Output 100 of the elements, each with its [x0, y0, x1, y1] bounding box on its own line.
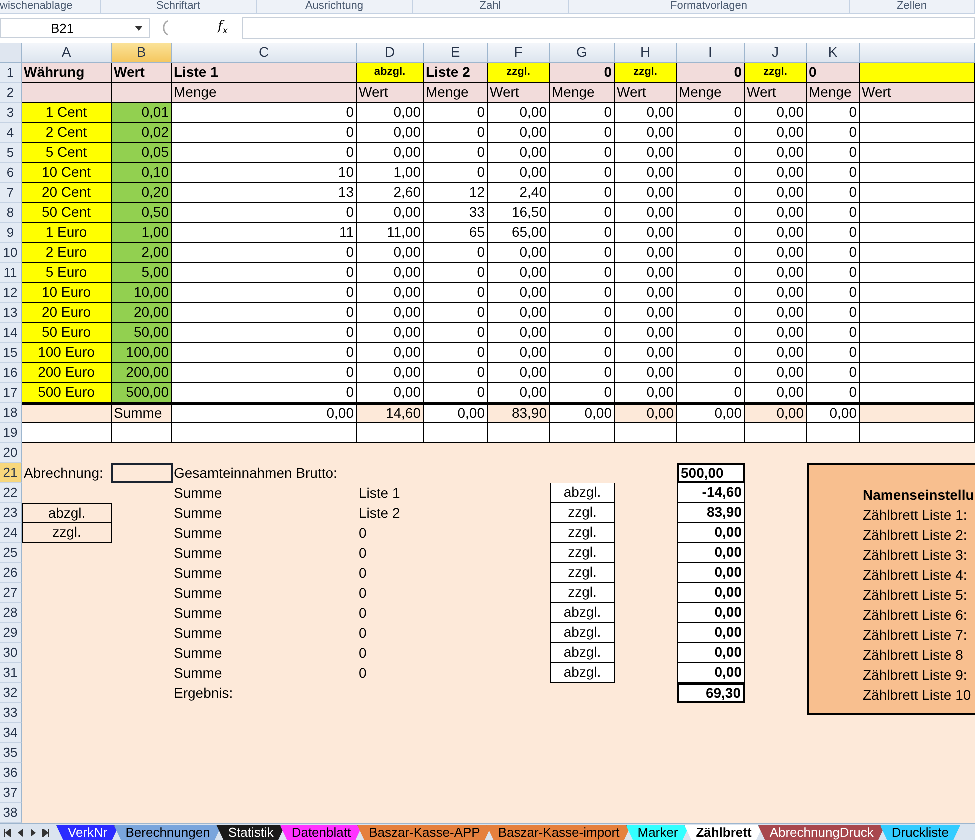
table-cell: 0 [424, 163, 488, 183]
row-header[interactable]: 35 [0, 743, 22, 763]
row-header[interactable]: 20 [0, 443, 22, 463]
currency-cell: 200 Euro [22, 363, 112, 383]
row-header[interactable]: 6 [0, 163, 22, 183]
row-header[interactable]: 8 [0, 203, 22, 223]
sum-cell: 0,00 [745, 403, 807, 423]
line-label: Summe [173, 504, 224, 523]
column-header[interactable]: C [172, 43, 357, 63]
currency-cell: 10 Cent [22, 163, 112, 183]
table-cell: 0,00 [745, 243, 807, 263]
row-header[interactable]: 21 [0, 463, 22, 483]
row-header[interactable]: 12 [0, 283, 22, 303]
row-header[interactable]: 5 [0, 143, 22, 163]
row-header[interactable]: 23 [0, 503, 22, 523]
name-box[interactable]: B21 [0, 18, 150, 38]
row-header[interactable]: 28 [0, 603, 22, 623]
row-header[interactable]: 31 [0, 663, 22, 683]
row-header[interactable]: 15 [0, 343, 22, 363]
row-header[interactable]: 11 [0, 263, 22, 283]
column-header[interactable]: H [615, 43, 677, 63]
gross-label: Gesamteinnahmen Brutto: [173, 464, 338, 483]
list-name: 0 [358, 584, 368, 603]
row-header[interactable]: 18 [0, 403, 22, 423]
row-header[interactable]: 13 [0, 303, 22, 323]
table-cell: 0,00 [745, 283, 807, 303]
table-cell: 0 [550, 123, 615, 143]
subheader-cell: Wert [357, 83, 424, 103]
table-cell: 0 [550, 203, 615, 223]
table-cell: 13 [172, 183, 357, 203]
row-header[interactable]: 2 [0, 83, 22, 103]
panel-item: Zählbrett Liste 3: [863, 546, 968, 565]
row-header[interactable]: 16 [0, 363, 22, 383]
column-header[interactable]: G [550, 43, 615, 63]
sheet-tab[interactable]: Druckliste [880, 824, 961, 840]
table-cell: 65,00 [488, 223, 550, 243]
column-header[interactable]: A [22, 43, 112, 63]
table-cell: 0 [172, 363, 357, 383]
column-header[interactable]: J [745, 43, 807, 63]
table-cell: 0 [677, 163, 745, 183]
previous-sheet-icon[interactable] [18, 829, 24, 837]
row-header[interactable]: 19 [0, 423, 22, 443]
row-header[interactable]: 7 [0, 183, 22, 203]
row-header[interactable]: 3 [0, 103, 22, 123]
row-header[interactable]: 22 [0, 483, 22, 503]
value-cell: 0,05 [112, 143, 172, 163]
table-cell: 0,00 [615, 263, 677, 283]
row-header[interactable]: 37 [0, 783, 22, 803]
row-header[interactable]: 27 [0, 583, 22, 603]
table-cell: 0,00 [357, 203, 424, 223]
table-cell: 0,00 [488, 263, 550, 283]
table-cell: 11,00 [357, 223, 424, 243]
formula-input[interactable] [242, 17, 975, 39]
sum-cell: 0,00 [807, 403, 860, 423]
line-label: Summe [173, 564, 224, 583]
row-header[interactable]: 34 [0, 723, 22, 743]
row-header[interactable]: 38 [0, 803, 22, 823]
last-sheet-icon[interactable] [42, 829, 50, 837]
selected-cell[interactable] [111, 463, 173, 483]
column-header[interactable]: F [488, 43, 550, 63]
column-header[interactable]: I [677, 43, 745, 63]
row-header[interactable]: 33 [0, 703, 22, 723]
row-header[interactable]: 25 [0, 543, 22, 563]
row-header[interactable]: 24 [0, 523, 22, 543]
table-cell: 0 [807, 183, 860, 203]
table-cell: 0 [807, 163, 860, 183]
row-header[interactable]: 17 [0, 383, 22, 403]
column-header[interactable]: E [424, 43, 488, 63]
currency-cell: 1 Cent [22, 103, 112, 123]
table-cell: 65 [424, 223, 488, 243]
table-cell: 0,00 [488, 243, 550, 263]
table-cell: 0 [172, 383, 357, 403]
line-label: Summe [173, 644, 224, 663]
row-header[interactable]: 1 [0, 63, 22, 83]
row-header[interactable]: 10 [0, 243, 22, 263]
table-cell: 0 [677, 243, 745, 263]
row-header[interactable]: 9 [0, 223, 22, 243]
row-header[interactable]: 14 [0, 323, 22, 343]
row-header[interactable]: 4 [0, 123, 22, 143]
table-cell: 0,00 [615, 163, 677, 183]
panel-item: Zählbrett Liste 5: [863, 586, 968, 605]
sum-cell: 83,90 [488, 403, 550, 423]
first-sheet-icon[interactable] [4, 829, 12, 837]
highlighted-cell: zzgl. [488, 63, 550, 83]
subheader-cell: Wert [615, 83, 677, 103]
subheader-cell: Menge [677, 83, 745, 103]
column-header[interactable]: D [357, 43, 424, 63]
row-header[interactable]: 32 [0, 683, 22, 703]
table-cell: 0 [677, 323, 745, 343]
currency-cell: 2 Euro [22, 243, 112, 263]
next-sheet-icon[interactable] [30, 829, 36, 837]
table-cell: 0 [807, 363, 860, 383]
column-header[interactable]: K [807, 43, 860, 63]
row-header[interactable]: 36 [0, 763, 22, 783]
list-name: Liste 2 [358, 504, 402, 523]
column-header[interactable]: B [112, 43, 172, 63]
insert-function-button[interactable]: f$_{x}$ [174, 19, 238, 37]
row-header[interactable]: 29 [0, 623, 22, 643]
row-header[interactable]: 30 [0, 643, 22, 663]
row-header[interactable]: 26 [0, 563, 22, 583]
